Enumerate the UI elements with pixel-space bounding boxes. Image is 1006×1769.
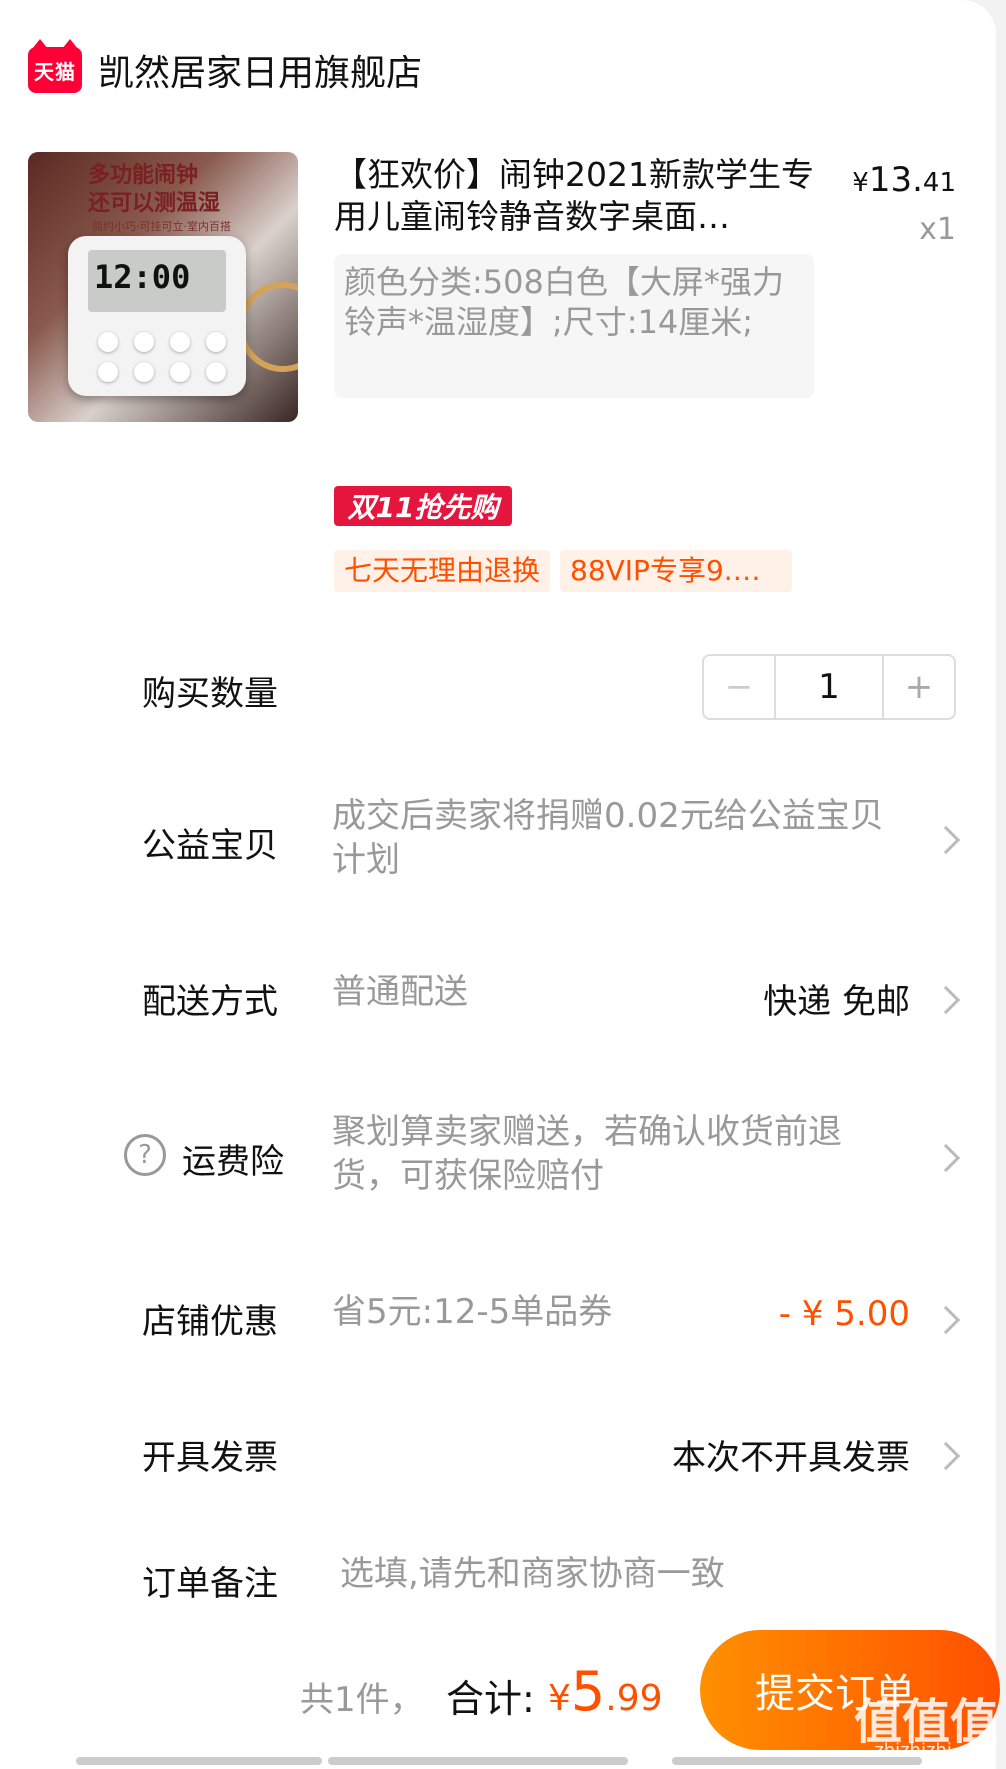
coupon-value: 省5元:12-5单品券 xyxy=(332,1292,613,1332)
charity-value: 成交后卖家将捐赠0.02元给公益宝贝计划 xyxy=(332,796,884,880)
total-label: 合计: xyxy=(446,1677,535,1721)
quantity-minus-button[interactable]: − xyxy=(704,656,776,718)
invoice-row[interactable]: 开具发票 本次不开具发票 xyxy=(0,1426,996,1486)
coupon-discount: - ¥ 5.00 xyxy=(778,1294,910,1334)
invoice-value: 本次不开具发票 xyxy=(672,1438,910,1478)
chevron-right-icon xyxy=(931,1143,961,1173)
note-row[interactable]: 订单备注 选填,请先和商家协商一致 xyxy=(0,1552,996,1612)
delivery-label: 配送方式 xyxy=(142,982,278,1022)
quantity-stepper[interactable]: − 1 + xyxy=(702,654,956,720)
chevron-right-icon xyxy=(931,825,961,855)
note-label: 订单备注 xyxy=(142,1564,278,1604)
product-image[interactable]: 多功能闹钟 还可以测温湿 简约小巧·可挂可立·室内百搭 12:00 xyxy=(28,152,298,422)
tmall-logo-icon: 天猫 xyxy=(28,39,82,93)
delivery-value: 普通配送 xyxy=(332,972,468,1012)
clock-picture: 12:00 xyxy=(68,236,246,396)
insurance-row[interactable]: 运费险 聚划算卖家赠送，若确认收货前退货，可获保险赔付 xyxy=(0,1110,996,1210)
total-price: ¥5.99 xyxy=(548,1660,663,1723)
ring-decor xyxy=(238,282,298,372)
chevron-right-icon xyxy=(931,985,961,1015)
coupon-row[interactable]: 店铺优惠 省5元:12-5单品券 - ¥ 5.00 xyxy=(0,1290,996,1350)
service-tag-vip: 88VIP专享9.… xyxy=(560,550,793,592)
insurance-value: 聚划算卖家赠送，若确认收货前退货，可获保险赔付 xyxy=(332,1112,842,1196)
promo-tag: 双11抢先购 xyxy=(334,486,512,526)
shop-header[interactable]: 天猫 凯然居家日用旗舰店 xyxy=(28,39,422,98)
charity-row[interactable]: 公益宝贝 成交后卖家将捐赠0.02元给公益宝贝计划 xyxy=(0,790,996,890)
chevron-right-icon xyxy=(931,1305,961,1335)
home-indicator xyxy=(76,1757,322,1765)
image-caption: 多功能闹钟 还可以测温湿 xyxy=(88,163,221,216)
service-tag-return: 七天无理由退换 xyxy=(334,550,551,592)
home-indicator xyxy=(328,1757,628,1765)
product-price: ¥13.41 xyxy=(852,160,956,200)
quantity-plus-button[interactable]: + xyxy=(882,656,954,718)
delivery-method: 快递 免邮 xyxy=(763,982,910,1022)
product-title[interactable]: 【狂欢价】闹钟2021新款学生专用儿童闹铃静音数字桌面… xyxy=(334,154,824,240)
item-count: 共1件， xyxy=(300,1680,424,1720)
invoice-label: 开具发票 xyxy=(142,1438,278,1478)
quantity-value[interactable]: 1 xyxy=(776,656,882,718)
shop-name[interactable]: 凯然居家日用旗舰店 xyxy=(98,44,422,96)
delivery-row[interactable]: 配送方式 普通配送 快递 免邮 xyxy=(0,970,996,1030)
note-input[interactable]: 选填,请先和商家协商一致 xyxy=(340,1552,725,1596)
charity-label: 公益宝贝 xyxy=(142,826,278,866)
order-card: 天猫 凯然居家日用旗舰店 多功能闹钟 还可以测温湿 简约小巧·可挂可立·室内百搭… xyxy=(0,0,996,1769)
chevron-right-icon xyxy=(931,1441,961,1471)
service-tags: 七天无理由退换 88VIP专享9.… xyxy=(334,550,793,592)
coupon-label: 店铺优惠 xyxy=(142,1302,278,1342)
clock-screen: 12:00 xyxy=(88,250,226,312)
watermark-url: zhizhizhi.com xyxy=(874,1740,996,1761)
product-quantity: x1 xyxy=(919,212,956,247)
insurance-label: 运费险 xyxy=(182,1142,284,1182)
quantity-label: 购买数量 xyxy=(142,674,278,714)
image-subcaption: 简约小巧·可挂可立·室内百搭 xyxy=(92,220,231,233)
sku-box[interactable]: 颜色分类:508白色【大屏*强力铃声*温湿度】;尺寸:14厘米; xyxy=(334,254,814,398)
